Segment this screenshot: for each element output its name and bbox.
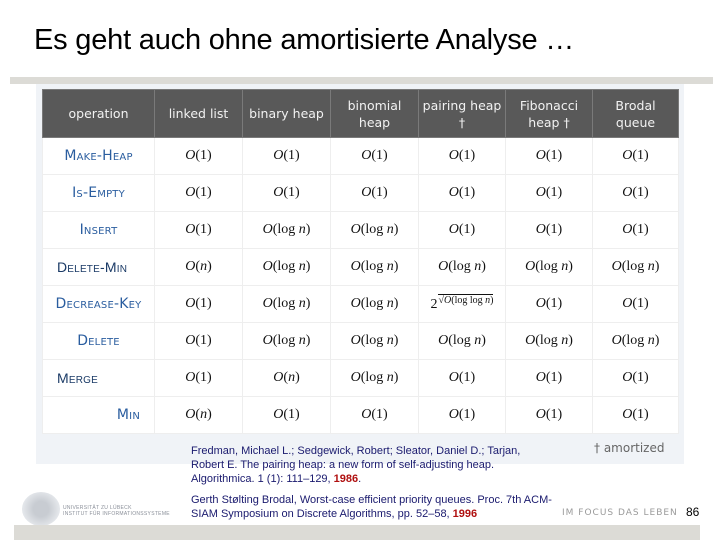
complexity-cell: O(n) bbox=[154, 248, 243, 286]
complexity-cell: O(log n) bbox=[330, 322, 419, 360]
table-row: Delete-Min O(n) O(log n) O(log n) O(log n) O(… bbox=[42, 248, 679, 286]
complexity-cell: O(1) bbox=[154, 285, 243, 323]
operation-name: Delete bbox=[42, 322, 155, 360]
reference-text: Gerth Stølting Brodal, Worst-case effici… bbox=[191, 494, 552, 520]
complexity-cell: O(log n) bbox=[330, 248, 419, 286]
table-row: Delete O(1) O(log n) O(log n) O(log n) O(log … bbox=[42, 322, 679, 360]
complexity-cell: O(1) bbox=[505, 396, 593, 434]
table-row: Merge O(1) O(n) O(log n) O(1) O(1) O(1) bbox=[42, 359, 679, 397]
operation-name: Decrease-Key bbox=[42, 285, 155, 323]
complexity-cell: O(log n) bbox=[505, 248, 593, 286]
complexity-cell: O(n) bbox=[154, 396, 243, 434]
reference-year: 1996 bbox=[452, 508, 478, 520]
complexity-cell: O(1) bbox=[592, 396, 679, 434]
complexity-cell: O(1) bbox=[505, 137, 593, 175]
complexity-cell: O(1) bbox=[505, 359, 593, 397]
bottom-divider-bar bbox=[14, 525, 700, 540]
complexity-cell: O(1) bbox=[154, 322, 243, 360]
header-fibonacci-heap: Fibonacci heap † bbox=[505, 89, 593, 138]
institute-name: INSTITUT FÜR INFORMATIONSSYSTEME bbox=[63, 511, 170, 517]
university-seal-icon bbox=[22, 492, 60, 526]
complexity-cell: O(log n) bbox=[242, 211, 331, 249]
reference-pairing-heap: Fredman, Michael L.; Sedgewick, Robert; … bbox=[191, 444, 551, 486]
complexity-cell: O(1) bbox=[330, 137, 419, 175]
complexity-cell: O(log n) bbox=[592, 248, 679, 286]
operation-name: Merge bbox=[42, 359, 155, 397]
complexity-cell: O(1) bbox=[592, 211, 679, 249]
table-header-row: operation linked list binary heap binomi… bbox=[42, 89, 679, 138]
complexity-cell: O(1) bbox=[418, 137, 506, 175]
complexity-cell: O(log n) bbox=[242, 285, 331, 323]
complexity-cell: O(1) bbox=[418, 174, 506, 212]
complexity-cell: O(log n) bbox=[242, 248, 331, 286]
reference-year: 1986 bbox=[333, 473, 359, 485]
complexity-cell: O(log n) bbox=[418, 248, 506, 286]
complexity-cell: O(1) bbox=[330, 396, 419, 434]
operation-name: Make-Heap bbox=[42, 137, 155, 175]
complexity-cell: O(1) bbox=[592, 285, 679, 323]
header-brodal-queue: Brodal queue bbox=[592, 89, 679, 138]
reference-brodal-queue: Gerth Stølting Brodal, Worst-case effici… bbox=[191, 493, 561, 521]
table-row: Decrease-Key O(1) O(log n) O(log n) 2√O(log … bbox=[42, 285, 679, 323]
complexity-cell: O(1) bbox=[505, 211, 593, 249]
header-pairing-heap: pairing heap † bbox=[418, 89, 506, 138]
complexity-cell: O(1) bbox=[418, 396, 506, 434]
complexity-cell: O(1) bbox=[154, 137, 243, 175]
header-binary-heap: binary heap bbox=[242, 89, 331, 138]
complexity-cell: O(1) bbox=[330, 174, 419, 212]
table-row: Make-Heap O(1) O(1) O(1) O(1) O(1) O(1) bbox=[42, 137, 679, 175]
reference-suffix: . bbox=[358, 473, 362, 485]
complexity-cell: O(1) bbox=[154, 359, 243, 397]
complexity-cell: O(1) bbox=[418, 359, 506, 397]
complexity-cell: O(1) bbox=[242, 396, 331, 434]
complexity-cell: O(log n) bbox=[330, 285, 419, 323]
amortized-footnote: † amortized bbox=[594, 441, 665, 455]
top-divider-bar bbox=[10, 77, 713, 84]
header-binomial-heap: binomial heap bbox=[330, 89, 419, 138]
header-linked-list: linked list bbox=[154, 89, 243, 138]
complexity-cell: O(1) bbox=[242, 174, 331, 212]
priority-queue-comparison-table: operation linked list binary heap binomi… bbox=[42, 89, 679, 434]
complexity-cell: O(1) bbox=[592, 174, 679, 212]
complexity-cell: O(1) bbox=[592, 137, 679, 175]
complexity-cell: O(1) bbox=[154, 211, 243, 249]
complexity-cell: O(log n) bbox=[242, 322, 331, 360]
complexity-cell: O(1) bbox=[242, 137, 331, 175]
complexity-cell: O(1) bbox=[418, 211, 506, 249]
complexity-cell: O(1) bbox=[505, 174, 593, 212]
university-logo-text: UNIVERSITÄT ZU LÜBECK INSTITUT FÜR INFOR… bbox=[63, 505, 170, 517]
table-row: Insert O(1) O(log n) O(log n) O(1) O(1) O(1) bbox=[42, 211, 679, 249]
page-number: 86 bbox=[686, 505, 700, 519]
complexity-cell: O(1) bbox=[154, 174, 243, 212]
table-row: Min O(n) O(1) O(1) O(1) O(1) O(1) bbox=[42, 396, 679, 434]
complexity-cell: O(log n) bbox=[418, 322, 506, 360]
operation-name: Is-Empty bbox=[42, 174, 155, 212]
operation-name: Delete-Min bbox=[42, 248, 155, 286]
slide-title: Es geht auch ohne amortisierte Analyse … bbox=[34, 24, 575, 56]
complexity-cell: 2√O(log log n) bbox=[418, 285, 506, 323]
complexity-cell: O(log n) bbox=[505, 322, 593, 360]
complexity-cell: O(log n) bbox=[330, 359, 419, 397]
table-row: Is-Empty O(1) O(1) O(1) O(1) O(1) O(1) bbox=[42, 174, 679, 212]
complexity-cell: O(log n) bbox=[592, 322, 679, 360]
complexity-cell: O(n) bbox=[242, 359, 331, 397]
complexity-cell: O(1) bbox=[505, 285, 593, 323]
operation-name: Min bbox=[42, 396, 155, 434]
complexity-cell: O(log n) bbox=[330, 211, 419, 249]
operation-name: Insert bbox=[42, 211, 155, 249]
footer-slogan: IM FOCUS DAS LEBEN bbox=[562, 508, 678, 518]
complexity-cell: O(1) bbox=[592, 359, 679, 397]
header-operation: operation bbox=[42, 89, 155, 138]
